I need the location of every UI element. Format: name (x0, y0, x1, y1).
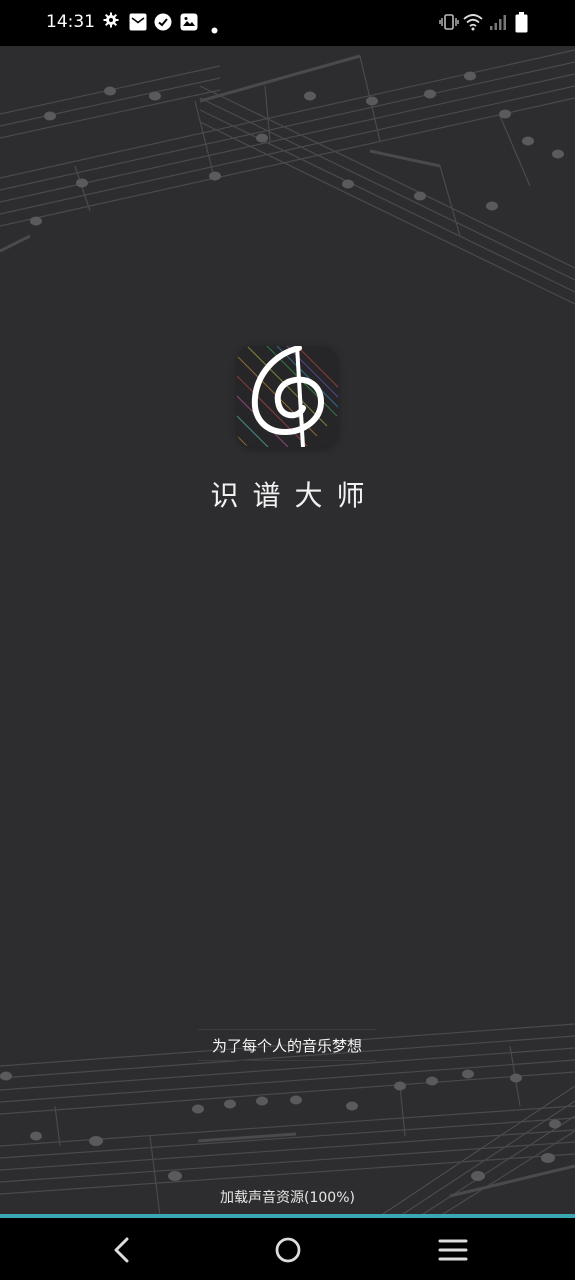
app-title: 识谱大师 (210, 479, 379, 512)
status-time: 14:31 (46, 12, 95, 32)
back-button[interactable] (102, 1232, 142, 1268)
slogan-text: 为了每个人的音乐梦想 (211, 1037, 362, 1055)
signal-icon (489, 14, 507, 35)
home-icon (275, 1237, 301, 1263)
back-icon (114, 1237, 129, 1263)
mail-icon (129, 13, 147, 35)
check-circle-icon (154, 13, 172, 35)
menu-icon (438, 1239, 468, 1261)
menu-button[interactable] (433, 1232, 473, 1268)
status-bar: 14:31 (0, 0, 575, 46)
app-logo (237, 346, 338, 447)
loading-status: 加载声音资源(100%) (220, 1190, 355, 1206)
home-button[interactable] (268, 1232, 308, 1268)
picture-icon (180, 13, 198, 35)
splash-screen: 14:31 识谱大师 为了每个人的音乐梦想 加载声音资源(100%) (0, 0, 575, 1280)
navigation-bar (0, 1218, 575, 1280)
battery-icon (515, 12, 528, 37)
wifi-icon (463, 13, 483, 35)
treble-clef-icon (237, 346, 338, 447)
dot-icon (211, 19, 218, 38)
gear-icon (103, 12, 119, 32)
slogan-banner: 为了每个人的音乐梦想 (198, 1029, 376, 1061)
vibrate-icon (439, 14, 459, 34)
